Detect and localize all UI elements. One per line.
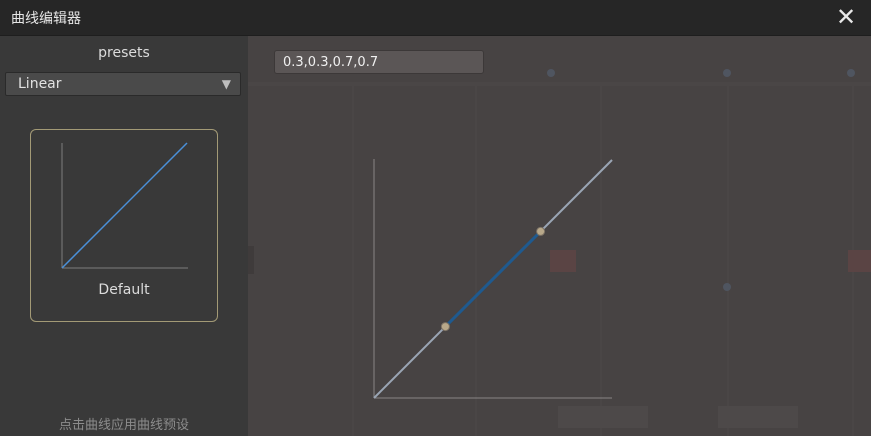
control-point-handle-2[interactable] [536, 226, 546, 236]
presets-heading: presets [98, 45, 150, 61]
chevron-down-icon: ▼ [221, 77, 231, 91]
preset-card-default[interactable]: Default [30, 129, 218, 322]
preset-card-label: Default [98, 282, 150, 298]
preset-selected-value: Linear [18, 76, 62, 92]
presets-panel: presets Linear ▼ Default 点击曲线应用曲线预设 [0, 36, 248, 436]
window-title: 曲线编辑器 [11, 11, 81, 27]
curve-editor-area [248, 36, 871, 436]
control-segment [444, 230, 542, 328]
thumb-curve [61, 142, 188, 269]
preset-dropdown[interactable]: Linear ▼ [5, 72, 241, 96]
title-bar: 曲线编辑器 ✕ [0, 0, 871, 36]
close-icon[interactable]: ✕ [833, 3, 859, 31]
curve-plot [373, 159, 613, 399]
presets-hint: 点击曲线应用曲线预设 [58, 418, 189, 433]
preset-thumbnail [61, 142, 188, 269]
control-point-handle-1[interactable] [440, 322, 450, 332]
